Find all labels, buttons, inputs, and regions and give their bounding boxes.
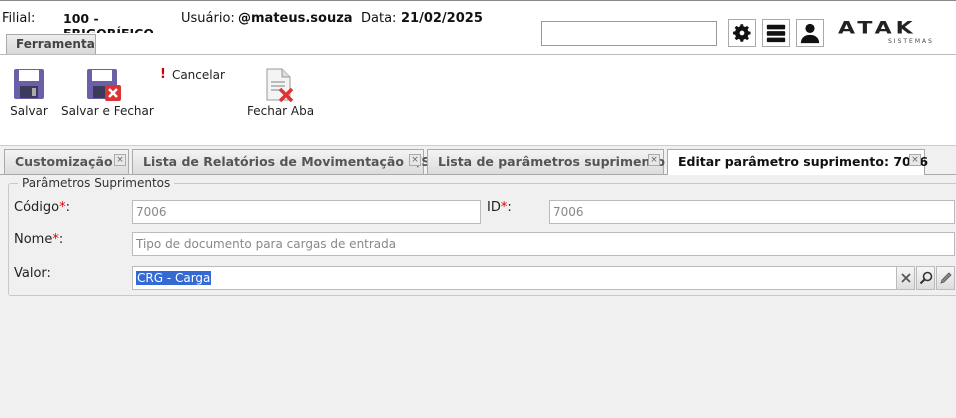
usuario-value: @mateus.souza bbox=[238, 11, 353, 26]
save-close-button[interactable]: Salvar e Fechar bbox=[61, 67, 154, 118]
pencil-icon bbox=[939, 272, 952, 284]
close-icon[interactable]: × bbox=[909, 154, 921, 166]
close-icon[interactable]: × bbox=[648, 154, 660, 166]
tab-lista-relatorios[interactable]: Lista de Relatórios de Movimentação E/S … bbox=[132, 149, 430, 174]
parametros-fieldset: Parâmetros Suprimentos Código*: 7006 ID*… bbox=[8, 176, 956, 296]
close-icon[interactable]: × bbox=[409, 154, 421, 166]
codigo-field[interactable]: 7006 bbox=[132, 200, 481, 224]
valor-label: Valor: bbox=[14, 266, 51, 281]
id-field[interactable]: 7006 bbox=[549, 200, 955, 224]
valor-field[interactable]: CRG - Carga bbox=[132, 266, 897, 290]
gear-icon bbox=[733, 24, 751, 42]
nome-label: Nome*: bbox=[14, 232, 64, 247]
codigo-label: Código*: bbox=[14, 200, 70, 215]
clear-x-icon bbox=[900, 273, 911, 283]
settings-button[interactable] bbox=[728, 19, 756, 47]
nome-field[interactable]: Tipo de documento para cargas de entrada bbox=[132, 232, 955, 256]
save-button[interactable]: Salvar bbox=[10, 67, 48, 118]
document-tabs: Customização × Lista de Relatórios de Mo… bbox=[0, 147, 956, 176]
tab-label: Customização bbox=[15, 154, 113, 169]
floppy-icon bbox=[14, 69, 44, 99]
valor-selected-text: CRG - Carga bbox=[136, 271, 212, 285]
menu-button[interactable] bbox=[762, 19, 790, 47]
search-icon bbox=[919, 271, 932, 285]
tab-label: Lista de Relatórios de Movimentação E/S bbox=[143, 154, 431, 169]
atak-logo: ATAK SISTEMAS bbox=[838, 19, 946, 47]
ribbon-tab-ferramenta[interactable]: Ferramenta bbox=[6, 34, 96, 54]
tab-customizacao[interactable]: Customização × bbox=[4, 149, 129, 174]
floppy-close-icon bbox=[87, 69, 121, 101]
exclamation-icon: ! bbox=[160, 67, 166, 82]
tab-editar-parametro[interactable]: Editar parâmetro suprimento: 7006 × bbox=[667, 149, 929, 176]
edit-button[interactable] bbox=[936, 266, 955, 290]
logo-subtext: SISTEMAS bbox=[888, 38, 934, 45]
user-icon bbox=[800, 23, 820, 44]
cancel-button[interactable]: ! Cancelar bbox=[160, 67, 225, 82]
close-tab-label: Fechar Aba bbox=[247, 104, 315, 118]
fieldset-legend: Parâmetros Suprimentos bbox=[18, 176, 175, 190]
cancel-label: Cancelar bbox=[171, 67, 225, 82]
filial-value: 100 - FRIGORÍFICO bbox=[63, 11, 153, 33]
save-close-label: Salvar e Fechar bbox=[61, 104, 154, 118]
tab-label: Lista de parâmetros suprimento bbox=[438, 154, 665, 169]
filial-label: Filial: bbox=[2, 11, 36, 26]
top-header: Filial: 100 - FRIGORÍFICO Usuário: @mate… bbox=[0, 0, 956, 54]
form-area: Parâmetros Suprimentos Código*: 7006 ID*… bbox=[0, 175, 956, 418]
logo-text: ATAK bbox=[838, 19, 917, 38]
menu-icon bbox=[766, 24, 786, 43]
id-label: ID*: bbox=[487, 200, 512, 215]
toolbar: Salvar Salvar e Fechar ! Cancelar Fechar… bbox=[0, 54, 956, 146]
tab-lista-parametros[interactable]: Lista de parâmetros suprimento × bbox=[427, 149, 665, 174]
clear-button[interactable] bbox=[896, 266, 915, 290]
close-icon[interactable]: × bbox=[114, 154, 126, 166]
data-label: Data: bbox=[361, 11, 397, 26]
document-close-icon bbox=[266, 68, 294, 103]
save-label: Salvar bbox=[10, 104, 48, 118]
user-button[interactable] bbox=[796, 19, 824, 47]
usuario-label: Usuário: bbox=[181, 11, 235, 26]
data-value: 21/02/2025 bbox=[401, 11, 483, 26]
search-button[interactable] bbox=[916, 266, 935, 290]
tab-label: Editar parâmetro suprimento: 7006 bbox=[678, 154, 929, 169]
header-search-input[interactable] bbox=[541, 21, 717, 46]
close-tab-button[interactable]: Fechar Aba bbox=[247, 67, 315, 118]
